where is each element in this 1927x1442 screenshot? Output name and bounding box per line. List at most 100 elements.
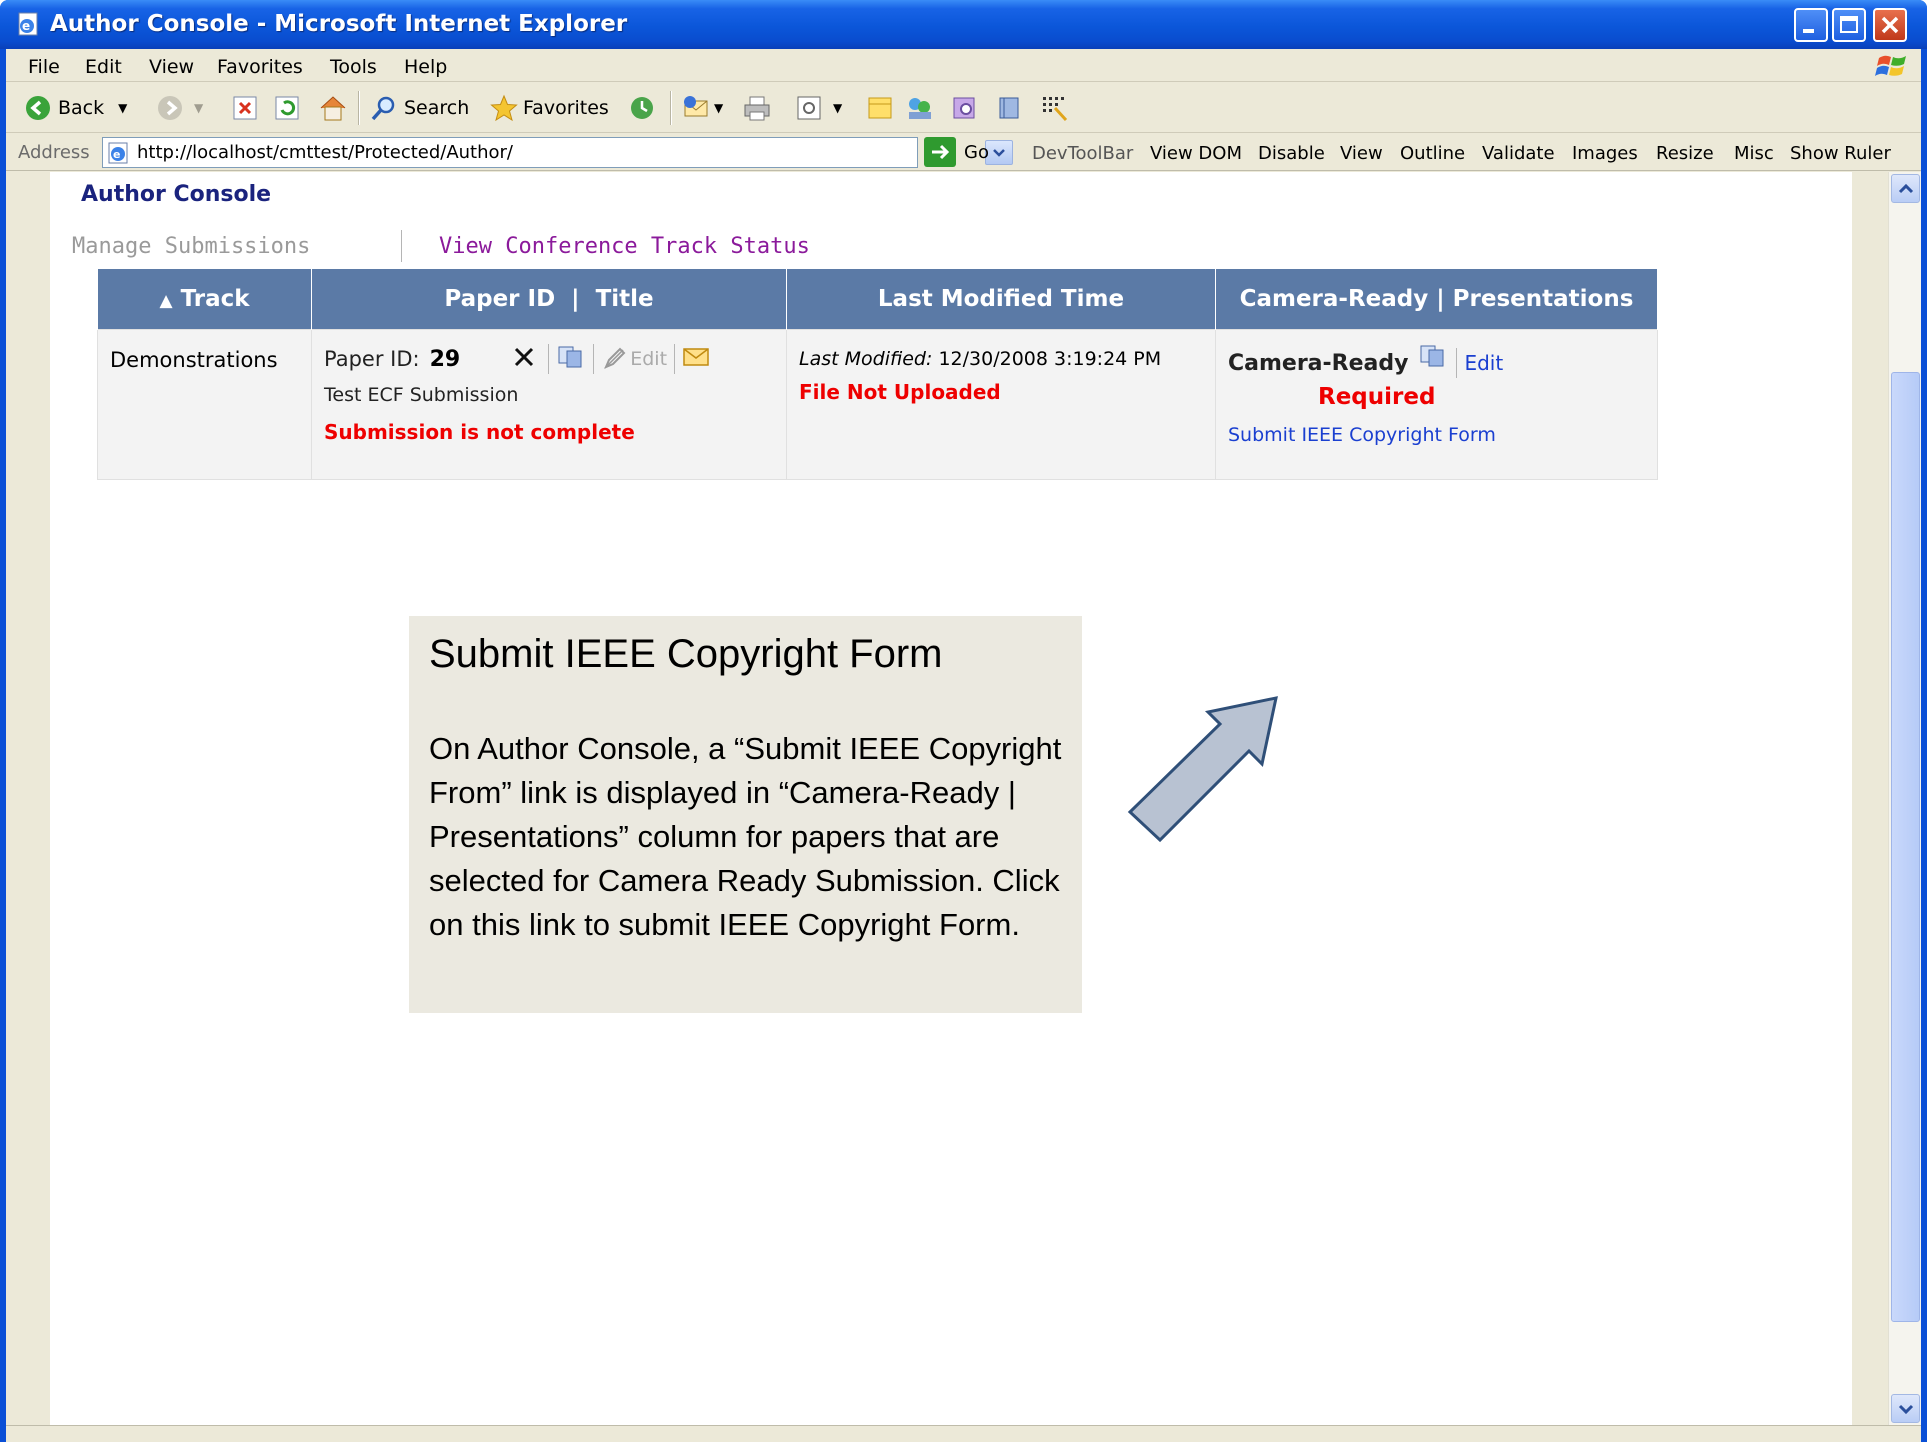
devtool-view-dom[interactable]: View DOM	[1150, 143, 1242, 164]
close-button[interactable]	[1873, 8, 1907, 42]
browser-window: e Author Console - Microsoft Internet Ex…	[0, 0, 1927, 1442]
envelope-icon[interactable]	[682, 346, 710, 373]
table-row: Demonstrations Paper ID: 29 Edit Test EC…	[97, 329, 1658, 480]
camera-cell: Camera-Ready Edit Required Submit IEEE C…	[1215, 329, 1658, 480]
scroll-down-button[interactable]	[1891, 1394, 1920, 1423]
submission-status: Submission is not complete	[324, 420, 635, 444]
research-button[interactable]	[950, 92, 980, 124]
messenger-button[interactable]	[905, 92, 935, 124]
table-header-row: ▲ Track Paper ID | Title Last Modified T…	[97, 268, 1658, 330]
document-icon[interactable]	[556, 344, 586, 375]
favorites-button[interactable]: Favorites	[489, 92, 609, 124]
devtool-outline[interactable]: Outline	[1400, 143, 1465, 164]
mail-button[interactable]: ▼	[682, 92, 723, 124]
view-track-status-link[interactable]: View Conference Track Status	[439, 234, 810, 259]
devtool-disable[interactable]: Disable	[1258, 143, 1325, 164]
submissions-table: ▲ Track Paper ID | Title Last Modified T…	[97, 268, 1658, 480]
edit-page-button[interactable]: ▼	[795, 92, 842, 124]
document-icon[interactable]	[1418, 343, 1448, 374]
scroll-thumb[interactable]	[1891, 372, 1920, 1322]
devtool-images[interactable]: Images	[1572, 143, 1638, 164]
chevron-up-icon	[1898, 183, 1913, 193]
search-button[interactable]: Search	[370, 92, 469, 124]
print-button[interactable]	[742, 92, 772, 124]
address-bar: Address e http://localhost/cmttest/Prote…	[6, 134, 1921, 171]
back-dropdown-icon[interactable]: ▼	[118, 101, 127, 115]
nav-divider	[401, 230, 402, 262]
instruction-callout: Submit IEEE Copyright Form On Author Con…	[409, 616, 1082, 1013]
close-icon	[1881, 16, 1899, 34]
camera-ready-label: Camera-Ready	[1228, 350, 1409, 376]
devtoolbar-grid-button[interactable]	[1040, 92, 1070, 124]
maximize-icon	[1840, 16, 1858, 33]
go-button[interactable]: Go	[924, 137, 989, 167]
maximize-button[interactable]	[1832, 8, 1866, 42]
last-modified-label: Last Modified:	[799, 348, 933, 370]
menu-help[interactable]: Help	[404, 56, 447, 78]
modified-column-header[interactable]: Last Modified Time	[786, 268, 1216, 330]
menu-view[interactable]: View	[149, 56, 194, 78]
cell-divider	[674, 344, 676, 374]
history-icon	[631, 97, 653, 119]
paper-id-line: Paper ID: 29 Edit	[324, 342, 774, 376]
menu-favorites[interactable]: Favorites	[217, 56, 303, 78]
forward-button[interactable]: ▼	[156, 92, 203, 124]
last-modified-value: 12/30/2008 3:19:24 PM	[938, 348, 1162, 370]
submit-copyright-link[interactable]: Submit IEEE Copyright Form	[1228, 424, 1645, 446]
mail-dropdown-icon[interactable]: ▼	[714, 101, 723, 115]
toolbar-separator	[358, 91, 360, 125]
home-button[interactable]	[318, 92, 348, 124]
vertical-scrollbar[interactable]	[1888, 172, 1921, 1425]
messenger-icon	[909, 98, 931, 119]
track-cell: Demonstrations	[97, 329, 312, 480]
printer-setup-button[interactable]	[995, 92, 1025, 124]
status-bar	[6, 1425, 1921, 1442]
page-viewport: Author Console Manage Submissions View C…	[6, 172, 1882, 1425]
edit-paper-button[interactable]: Edit	[601, 346, 667, 372]
window-title: Author Console - Microsoft Internet Expl…	[50, 11, 628, 37]
camera-ready-line: Camera-Ready Edit	[1228, 345, 1645, 378]
devtool-validate[interactable]: Validate	[1482, 143, 1555, 164]
svg-text:e: e	[113, 148, 120, 161]
history-button[interactable]	[628, 92, 656, 124]
menu-edit[interactable]: Edit	[85, 56, 122, 78]
forward-dropdown-icon[interactable]: ▼	[194, 101, 203, 115]
menu-file[interactable]: File	[28, 56, 60, 78]
menu-tools[interactable]: Tools	[330, 56, 377, 78]
minimize-icon	[1803, 29, 1814, 33]
windows-logo-icon	[1875, 55, 1906, 76]
camera-column-header[interactable]: Camera-Ready | Presentations	[1215, 268, 1658, 330]
manage-submissions-link[interactable]: Manage Submissions	[72, 234, 310, 259]
stop-button[interactable]	[232, 92, 258, 124]
devtool-resize[interactable]: Resize	[1656, 143, 1714, 164]
camera-edit-link[interactable]: Edit	[1464, 351, 1503, 375]
delete-x-icon[interactable]	[512, 345, 536, 374]
title-bar[interactable]: e Author Console - Microsoft Internet Ex…	[0, 0, 1927, 49]
cell-divider	[593, 344, 595, 374]
search-label: Search	[404, 97, 470, 119]
back-button[interactable]: Back ▼	[24, 92, 127, 124]
devtool-misc[interactable]: Misc	[1734, 143, 1774, 164]
refresh-button[interactable]	[274, 92, 300, 124]
track-column-header[interactable]: ▲ Track	[97, 268, 312, 330]
search-icon	[371, 96, 395, 121]
edit-dropdown-icon[interactable]: ▼	[833, 101, 842, 115]
scroll-up-button[interactable]	[1891, 174, 1920, 203]
devtool-show-ruler[interactable]: Show Ruler	[1790, 143, 1891, 164]
track-header-label: Track	[180, 286, 250, 312]
discuss-button[interactable]	[866, 92, 894, 124]
chevron-down-icon	[1898, 1404, 1913, 1414]
refresh-icon	[275, 96, 299, 120]
devtool-view[interactable]: View	[1340, 143, 1383, 164]
address-url: http://localhost/cmttest/Protected/Autho…	[137, 142, 513, 163]
address-input[interactable]: e http://localhost/cmttest/Protected/Aut…	[102, 137, 1013, 168]
mail-icon	[684, 96, 708, 117]
minimize-button[interactable]	[1794, 8, 1828, 42]
paper-column-header[interactable]: Paper ID | Title	[311, 268, 787, 330]
track-name: Demonstrations	[110, 348, 278, 372]
notebook-icon	[999, 97, 1019, 119]
camera-required: Required	[1318, 384, 1436, 410]
paper-id-label: Paper ID:	[324, 347, 420, 371]
browser-chrome: File Edit View Favorites Tools Help Back…	[6, 49, 1921, 1442]
address-dropdown-button[interactable]	[985, 140, 1013, 165]
